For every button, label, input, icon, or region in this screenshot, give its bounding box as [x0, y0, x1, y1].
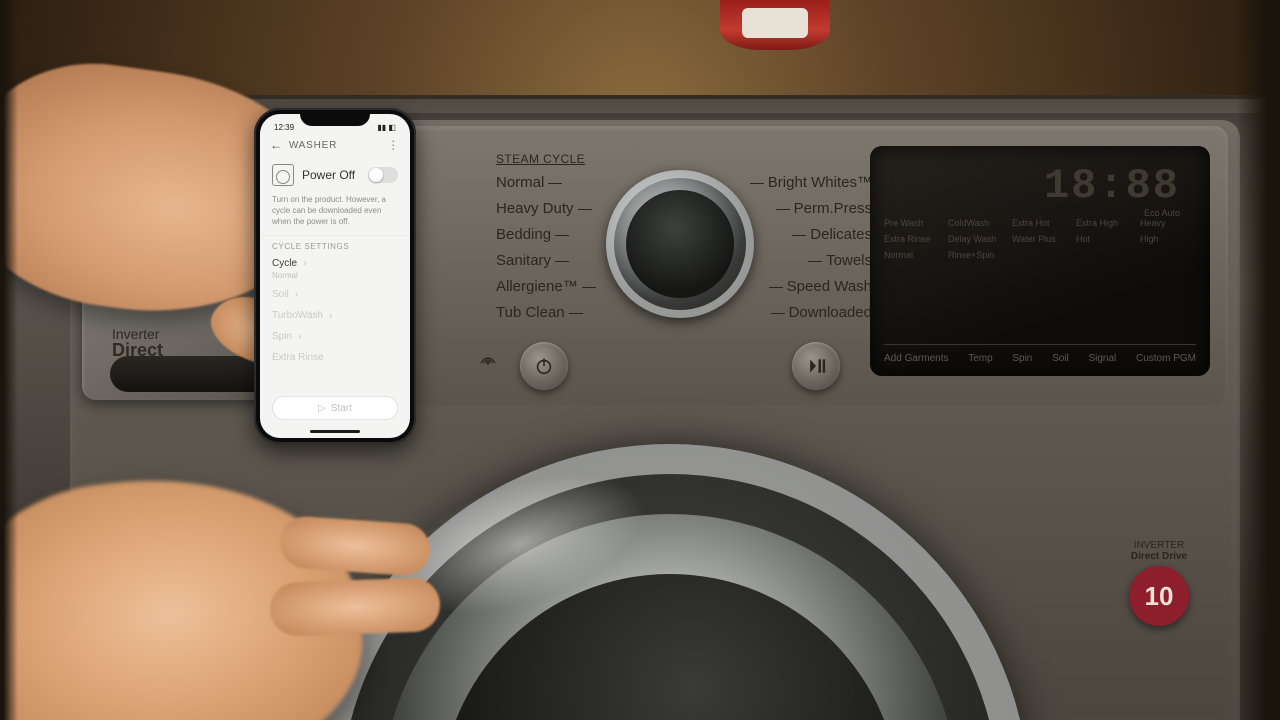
cycle-tub-clean[interactable]: Tub Clean	[496, 300, 600, 326]
option-grid: Pre Wash ColdWash Extra Hot Extra High H…	[884, 218, 1196, 260]
cycle-downloaded[interactable]: Downloaded	[742, 300, 872, 326]
opt-extrahot[interactable]: Extra Hot	[1012, 218, 1068, 228]
play-pause-icon	[806, 356, 826, 376]
power-button[interactable]	[520, 342, 568, 390]
status-time: 12:39	[274, 123, 294, 132]
opt-delaywash[interactable]: Delay Wash	[948, 234, 1004, 244]
power-row: Power Off	[260, 156, 410, 194]
opt-temp[interactable]: Temp	[968, 353, 992, 364]
opt-high[interactable]: High	[1140, 234, 1196, 244]
opt-addgarments[interactable]: Add Garments	[884, 353, 948, 364]
remote-start-icon[interactable]	[472, 350, 504, 382]
app-title: WASHER	[289, 140, 337, 151]
control-panel: STEAM CYCLE Normal Heavy Duty Bedding Sa…	[324, 126, 1228, 406]
play-icon: ▷	[318, 403, 326, 414]
cycle-settings-header: CYCLE SETTINGS	[260, 235, 410, 253]
shadow-edge-left	[0, 0, 18, 720]
scene-root: ◡ LG Inverter Direct CERTIFIED asthma & …	[0, 0, 1280, 720]
opt-extrarinse[interactable]: Extra Rinse	[884, 234, 940, 244]
opt-waterplus[interactable]: Water Plus	[1012, 234, 1068, 244]
row-cycle-value: Normal	[260, 271, 410, 284]
cycle-bedding[interactable]: Bedding	[496, 222, 600, 248]
opt-rinsespin[interactable]: Rinse+Spin	[948, 250, 1004, 260]
washer-icon	[272, 164, 294, 186]
inverter-label: Inverter Direct	[112, 326, 163, 358]
cycle-delicates[interactable]: Delicates	[742, 222, 872, 248]
row-turbowash: TurboWash›	[260, 305, 410, 326]
cycle-list-right: Bright Whites™ Perm.Press Delicates Towe…	[742, 170, 872, 326]
steam-cycle-label: STEAM CYCLE	[496, 152, 585, 166]
cycle-list-left: Normal Heavy Duty Bedding Sanitary Aller…	[496, 170, 600, 326]
row-soil: Soil›	[260, 284, 410, 305]
status-icons: ▮▮ ◧	[377, 123, 396, 132]
eco-auto-label: Eco Auto	[1144, 208, 1180, 218]
cycle-bright-whites[interactable]: Bright Whites™	[742, 170, 872, 196]
opt-normal[interactable]: Normal	[884, 250, 940, 260]
power-toggle[interactable]	[368, 167, 398, 183]
cycle-sanitary[interactable]: Sanitary	[496, 248, 600, 274]
option-bottom-row: Add Garments Temp Spin Soil Signal Custo…	[884, 344, 1196, 364]
shadow-edge-right	[1236, 0, 1280, 720]
phone-screen[interactable]: 12:39 ▮▮ ◧ ← WASHER ⋮ Power Off Turn on …	[260, 114, 410, 438]
start-pause-button[interactable]	[792, 342, 840, 390]
display-panel: 18:88 Eco Auto Pre Wash ColdWash Extra H…	[870, 146, 1210, 376]
direct-drive-badge: INVERTER Direct Drive 10	[1114, 540, 1204, 626]
finger-2	[269, 577, 441, 637]
cycle-heavy-duty[interactable]: Heavy Duty	[496, 196, 600, 222]
opt-extrahigh[interactable]: Extra High	[1076, 218, 1132, 228]
start-button[interactable]: ▷ Start	[272, 396, 398, 420]
cycle-speed-wash[interactable]: Speed Wash	[742, 274, 872, 300]
smartphone: 12:39 ▮▮ ◧ ← WASHER ⋮ Power Off Turn on …	[254, 108, 416, 444]
cycle-towels[interactable]: Towels	[742, 248, 872, 274]
back-icon[interactable]: ←	[270, 138, 283, 152]
cycle-perm-press[interactable]: Perm.Press	[742, 196, 872, 222]
row-extra-rinse: Extra Rinse	[260, 347, 410, 368]
cycle-allergiene[interactable]: Allergiene™	[496, 274, 600, 300]
cycle-normal[interactable]: Normal	[496, 170, 600, 196]
opt-signal[interactable]: Signal	[1088, 353, 1116, 364]
more-icon[interactable]: ⋮	[387, 138, 400, 152]
power-label: Power Off	[302, 168, 360, 182]
app-header: ← WASHER ⋮	[260, 132, 410, 156]
drawer-handle[interactable]	[110, 356, 270, 392]
home-indicator[interactable]	[310, 430, 360, 433]
opt-soil[interactable]: Soil	[1052, 353, 1069, 364]
opt-prewash[interactable]: Pre Wash	[884, 218, 940, 228]
opt-custompgm[interactable]: Custom PGM	[1136, 353, 1196, 364]
opt-coldwash[interactable]: ColdWash	[948, 218, 1004, 228]
cycle-dial[interactable]	[606, 170, 754, 318]
chevron-right-icon: ›	[303, 258, 306, 269]
helper-text: Turn on the product. However, a cycle ca…	[260, 194, 410, 235]
phone-notch	[300, 110, 370, 126]
opt-spin[interactable]: Spin	[1012, 353, 1032, 364]
opt-hot[interactable]: Hot	[1076, 234, 1132, 244]
ten-year-icon: 10	[1129, 566, 1189, 626]
finger-1	[278, 515, 431, 577]
detergent-bottle	[720, 0, 830, 50]
row-spin: Spin›	[260, 326, 410, 347]
time-display: 18:88	[1044, 162, 1180, 210]
opt-heavy[interactable]: Heavy	[1140, 218, 1196, 228]
power-icon	[533, 355, 555, 377]
